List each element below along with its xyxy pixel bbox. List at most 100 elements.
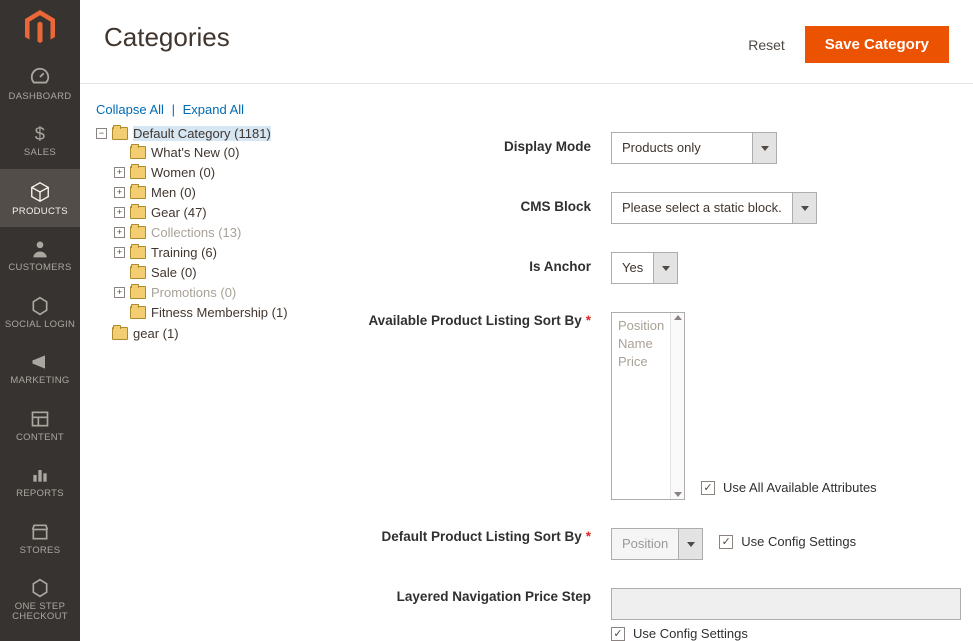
use-config-label: Use Config Settings [633, 626, 748, 641]
tree-node-label[interactable]: gear (1) [133, 326, 179, 341]
page-header: Categories Reset Save Category [80, 0, 973, 84]
tree-toggle-icon[interactable]: + [114, 287, 125, 298]
tree-node-sale[interactable]: Sale (0) [114, 262, 321, 282]
nav-sales[interactable]: $ SALES [0, 112, 80, 168]
nav-stores[interactable]: STORES [0, 510, 80, 566]
default-sort-label: Default Product Listing Sort By* [321, 528, 611, 546]
tree-node-label[interactable]: Collections (13) [151, 225, 241, 240]
tree-node-collections[interactable]: + Collections (13) [114, 222, 321, 242]
nav-reports[interactable]: REPORTS [0, 453, 80, 509]
magento-logo [22, 10, 58, 46]
folder-icon [130, 266, 146, 279]
page-title: Categories [104, 22, 230, 53]
nav-content[interactable]: CONTENT [0, 397, 80, 453]
reset-button[interactable]: Reset [748, 37, 785, 53]
folder-icon [130, 206, 146, 219]
nav-label: STORES [20, 546, 61, 556]
scroll-down-icon [674, 492, 682, 497]
default-sort-use-config-checkbox[interactable] [719, 535, 733, 549]
tree-node-label[interactable]: Default Category (1181) [133, 126, 271, 141]
tree-node-label[interactable]: Promotions (0) [151, 285, 236, 300]
tree-toggle-icon[interactable]: + [114, 227, 125, 238]
tree-toggle-icon[interactable]: + [114, 247, 125, 258]
nav-label: REPORTS [16, 489, 64, 499]
chevron-down-icon [653, 253, 677, 283]
tree-node-gear[interactable]: + Gear (47) [114, 202, 321, 222]
folder-icon [130, 246, 146, 259]
price-step-label: Layered Navigation Price Step [321, 588, 611, 606]
nav-customers[interactable]: CUSTOMERS [0, 227, 80, 283]
use-all-attributes-checkbox[interactable] [701, 481, 715, 495]
cube-icon [29, 181, 51, 203]
storefront-icon [30, 522, 50, 542]
tree-toggle-icon[interactable]: + [114, 187, 125, 198]
gauge-icon [29, 66, 51, 88]
display-mode-label: Display Mode [321, 132, 611, 156]
folder-icon [130, 306, 146, 319]
tree-node-promotions[interactable]: + Promotions (0) [114, 282, 321, 302]
chevron-down-icon [752, 133, 776, 163]
nav-marketing[interactable]: MARKETING [0, 340, 80, 396]
available-sort-multiselect: Position Name Price [611, 312, 685, 500]
save-category-button[interactable]: Save Category [805, 26, 949, 63]
expand-all-link[interactable]: Expand All [183, 102, 244, 117]
dollar-icon: $ [30, 124, 50, 144]
folder-icon [130, 286, 146, 299]
folder-icon [130, 166, 146, 179]
use-config-label: Use Config Settings [741, 534, 856, 549]
multiselect-option: Name [618, 335, 678, 353]
tree-node-label[interactable]: Gear (47) [151, 205, 207, 220]
tree-node-whats-new[interactable]: What's New (0) [114, 142, 321, 162]
tree-node-label[interactable]: Training (6) [151, 245, 217, 260]
is-anchor-label: Is Anchor [321, 252, 611, 276]
select-value: Position [612, 529, 678, 559]
scrollbar[interactable] [670, 313, 684, 499]
hexagon-icon [30, 296, 50, 316]
tree-toggle-icon[interactable]: − [96, 128, 107, 139]
nav-social-login[interactable]: SOCIAL LOGIN [0, 284, 80, 340]
display-mode-select[interactable]: Products only [611, 132, 777, 164]
admin-sidebar: DASHBOARD $ SALES PRODUCTS CUSTOMERS SOC… [0, 0, 80, 641]
person-icon [30, 239, 50, 259]
nav-products[interactable]: PRODUCTS [0, 169, 80, 227]
tree-toggle-icon[interactable]: + [114, 207, 125, 218]
layout-icon [30, 409, 50, 429]
select-value: Products only [612, 133, 752, 163]
tree-node-training[interactable]: + Training (6) [114, 242, 321, 262]
price-step-use-config-checkbox[interactable] [611, 627, 625, 641]
folder-icon [112, 127, 128, 140]
folder-icon [130, 146, 146, 159]
tree-node-label[interactable]: Sale (0) [151, 265, 197, 280]
tree-node-label[interactable]: Fitness Membership (1) [151, 305, 288, 320]
nav-label: SOCIAL LOGIN [5, 320, 75, 330]
collapse-all-link[interactable]: Collapse All [96, 102, 164, 117]
tree-toggle-icon[interactable]: + [114, 167, 125, 178]
available-sort-label: Available Product Listing Sort By* [321, 312, 611, 330]
category-form: Display Mode Products only CMS Block Ple… [321, 102, 973, 641]
nav-one-step-checkout[interactable]: ONE STEP CHECKOUT [0, 566, 80, 633]
category-tree-panel: Collapse All | Expand All − Default Cate… [96, 102, 321, 641]
nav-dashboard[interactable]: DASHBOARD [0, 54, 80, 112]
tree-node-label[interactable]: What's New (0) [151, 145, 239, 160]
nav-label: CONTENT [16, 433, 64, 443]
use-all-attributes-label: Use All Available Attributes [723, 480, 877, 495]
tree-node-default-category[interactable]: − Default Category (1181) What's New (0)… [96, 123, 321, 323]
cms-block-select[interactable]: Please select a static block. [611, 192, 817, 224]
nav-label: MARKETING [10, 376, 69, 386]
tree-node-men[interactable]: + Men (0) [114, 182, 321, 202]
nav-label: SALES [24, 148, 56, 158]
svg-text:$: $ [35, 124, 45, 144]
tree-node-gear-root[interactable]: gear (1) [96, 323, 321, 343]
multiselect-option: Position [618, 317, 678, 335]
select-value: Yes [612, 253, 653, 283]
is-anchor-select[interactable]: Yes [611, 252, 678, 284]
price-step-input [611, 588, 961, 620]
select-value: Please select a static block. [612, 193, 792, 223]
scroll-up-icon [674, 315, 682, 320]
tree-node-label[interactable]: Men (0) [151, 185, 196, 200]
tree-node-women[interactable]: + Women (0) [114, 162, 321, 182]
tree-node-label[interactable]: Women (0) [151, 165, 215, 180]
bar-chart-icon [30, 465, 50, 485]
multiselect-option: Price [618, 353, 678, 371]
tree-node-fitness-membership[interactable]: Fitness Membership (1) [114, 302, 321, 322]
